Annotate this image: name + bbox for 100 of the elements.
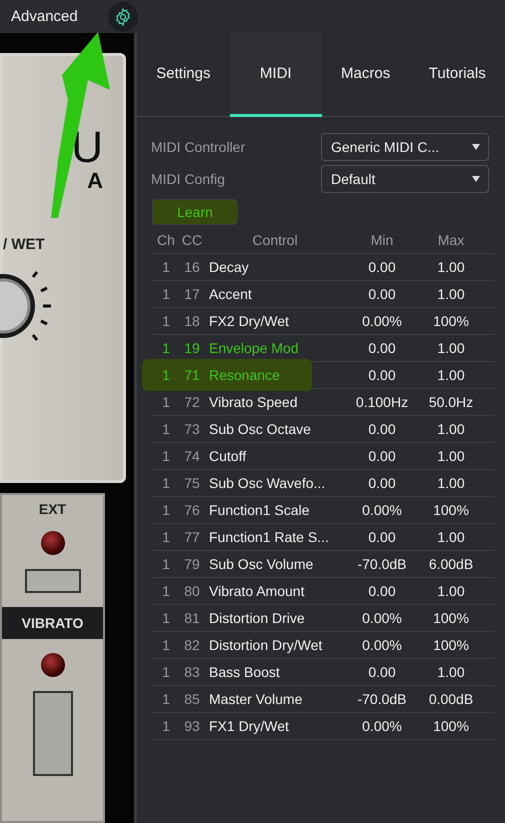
table-cell-text: -70.0dB: [356, 691, 408, 707]
table-cell-text: 19: [183, 340, 201, 356]
table-cell-text: 1.00: [436, 340, 466, 356]
table-cell-text: -70.0dB: [356, 556, 408, 572]
table-cell-text: Vibrato Speed: [208, 394, 298, 410]
table-cell-text: 18: [183, 313, 201, 329]
led-light: [40, 531, 64, 555]
table-cell-text: 72: [183, 394, 201, 410]
table-cell-text: 1: [161, 421, 171, 437]
column-header: Ch: [156, 232, 176, 248]
column-header: CC: [180, 232, 204, 248]
table-cell-text: 83: [183, 664, 201, 680]
table-cell-text: Vibrato Amount: [208, 583, 306, 599]
table-cell-text: FX2 Dry/Wet: [208, 313, 290, 329]
knob-label: / WET: [3, 236, 45, 253]
table-cell-text: 1: [161, 259, 171, 275]
table-cell-text: Distortion Drive: [208, 610, 306, 626]
table-cell-text: 76: [183, 502, 201, 518]
table-cell-text: 0.00: [367, 664, 397, 680]
dropdown[interactable]: Default: [321, 165, 489, 193]
table-cell-text: Sub Osc Octave: [208, 421, 312, 437]
table-cell-text: Master Volume: [208, 691, 304, 707]
table-cell-text: Sub Osc Wavefo...: [208, 475, 326, 491]
table-cell-text: 1: [161, 475, 171, 491]
table-cell-text: 79: [183, 556, 201, 572]
table-cell-text: 0.00: [367, 475, 397, 491]
table-cell-text: 1: [161, 286, 171, 302]
table-cell-text: 100%: [432, 718, 470, 734]
dropdown[interactable]: Generic MIDI C...: [321, 133, 489, 161]
table-cell-text: Accent: [208, 286, 253, 302]
table-cell-text: 1.00: [436, 421, 466, 437]
logo-letter: A: [87, 170, 103, 192]
table-cell-text: 1: [161, 394, 171, 410]
tab[interactable]: Settings: [137, 33, 230, 117]
table-cell-text: Resonance: [208, 367, 281, 383]
table-cell-text: 1: [161, 718, 171, 734]
ext-label: EXT: [38, 501, 66, 517]
table-cell-text: 0.00%: [361, 502, 403, 518]
vibrato-switch[interactable]: [32, 691, 72, 776]
table-cell-text: 1: [161, 367, 171, 383]
ext-switch[interactable]: [24, 569, 80, 593]
table-cell-text: 1.00: [436, 448, 466, 464]
table-cell-text: 82: [183, 637, 201, 653]
table-cell-text: 100%: [432, 313, 470, 329]
tab[interactable]: Macros: [322, 33, 410, 117]
vibrato-label: VIBRATO: [2, 607, 103, 639]
table-cell-text: Sub Osc Volume: [208, 556, 314, 572]
table-cell-text: 0.00: [367, 286, 397, 302]
table-cell-text: 1: [161, 664, 171, 680]
table-cell-text: 1: [161, 340, 171, 356]
table-cell-text: 17: [183, 286, 201, 302]
table-cell-text: 0.00%: [361, 610, 403, 626]
column-header: Min: [370, 232, 394, 248]
table-cell-text: 71: [183, 367, 201, 383]
table-cell-text: 81: [183, 610, 201, 626]
table-cell-text: 1: [161, 448, 171, 464]
table-cell-text: 0.00: [367, 421, 397, 437]
learn-button[interactable]: Learn: [152, 199, 238, 225]
settings-button[interactable]: [108, 2, 138, 32]
tab[interactable]: MIDI: [230, 33, 322, 117]
table-cell-text: 100%: [432, 610, 470, 626]
table-cell-text: 1: [161, 502, 171, 518]
table-cell-text: 0.00: [367, 583, 397, 599]
table-cell-text: 100%: [432, 637, 470, 653]
table-cell-text: 1: [161, 313, 171, 329]
table-cell-text: 1.00: [436, 583, 466, 599]
table-cell-text: 80: [183, 583, 201, 599]
table-cell-text: 1.00: [436, 367, 466, 383]
table-cell-text: Function1 Scale: [208, 502, 310, 518]
table-cell-text: 0.00%: [361, 718, 403, 734]
table-cell-text: 0.00: [367, 259, 397, 275]
table-cell-text: 73: [183, 421, 201, 437]
table-cell-text: 77: [183, 529, 201, 545]
table-cell-text: Distortion Dry/Wet: [208, 637, 324, 653]
table-cell-text: 1: [161, 583, 171, 599]
table-cell-text: Bass Boost: [208, 664, 281, 680]
table-cell-text: 1.00: [436, 475, 466, 491]
table-cell-text: 1: [161, 556, 171, 572]
table-cell-text: 1: [161, 529, 171, 545]
table-cell-text: 0.100Hz: [354, 394, 410, 410]
table-cell-text: 6.00dB: [428, 556, 474, 572]
table-cell-text: 0.00: [367, 448, 397, 464]
caret-icon: [472, 176, 480, 182]
table-cell-text: 100%: [432, 502, 470, 518]
led-light: [40, 653, 64, 677]
field-label: MIDI Controller: [151, 139, 246, 155]
table-cell-text: 50.0Hz: [428, 394, 474, 410]
table-cell-text: 85: [183, 691, 201, 707]
table-cell-text: 1.00: [436, 529, 466, 545]
table-cell-text: 0.00: [367, 529, 397, 545]
table-cell-text: 1: [161, 691, 171, 707]
table-cell-text: 1.00: [436, 664, 466, 680]
app-title: Advanced: [11, 8, 78, 25]
table-cell-text: 1.00: [436, 259, 466, 275]
table-cell-text: 1: [161, 637, 171, 653]
tab[interactable]: Tutorials: [409, 33, 505, 117]
table-cell-text: 1: [161, 610, 171, 626]
table-cell-text: 16: [183, 259, 201, 275]
table-cell-text: Envelope Mod: [208, 340, 300, 356]
table-cell-text: 93: [183, 718, 201, 734]
